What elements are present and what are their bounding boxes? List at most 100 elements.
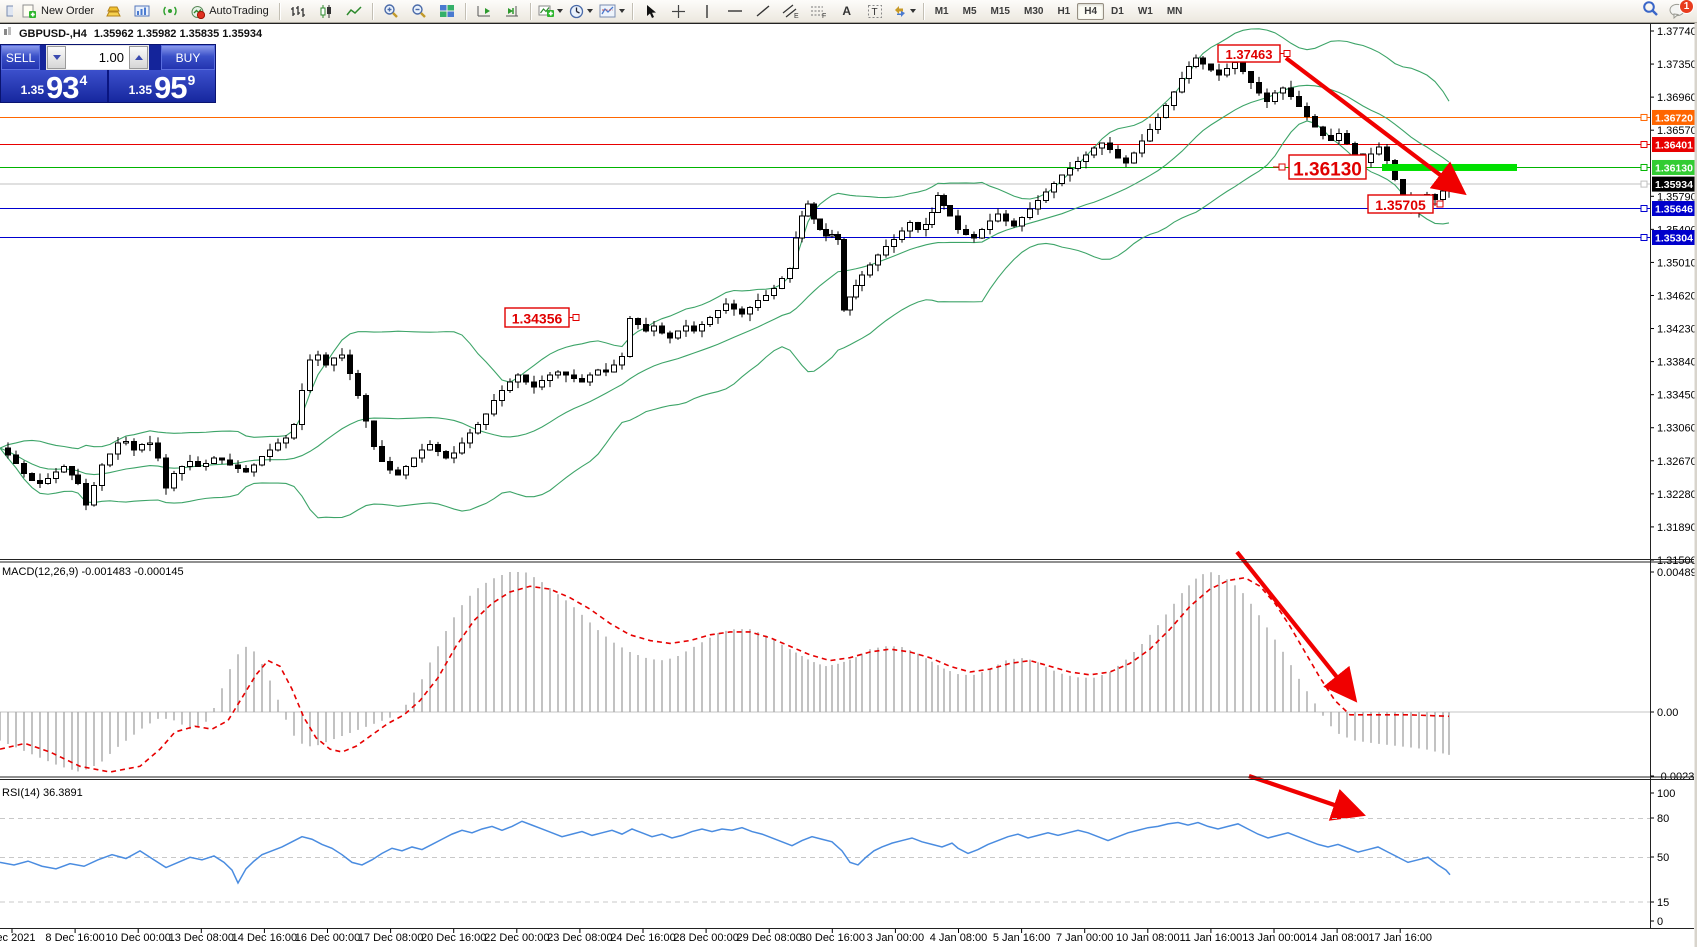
new-order-button[interactable]: New Order <box>16 2 100 21</box>
cursor-icon[interactable] <box>637 1 665 22</box>
svg-text:10 Jan 08:00: 10 Jan 08:00 <box>1116 932 1180 944</box>
crosshair-icon[interactable] <box>665 1 693 22</box>
template-icon[interactable] <box>596 1 628 22</box>
svg-text:1.37463: 1.37463 <box>1226 47 1273 62</box>
timeframe-h1[interactable]: H1 <box>1050 3 1077 20</box>
autotrading-button[interactable]: AutoTrading <box>184 2 275 21</box>
svg-text:0: 0 <box>1657 916 1663 928</box>
sell-price-prefix: 1.35 <box>21 83 44 97</box>
svg-text:4 Jan 08:00: 4 Jan 08:00 <box>930 932 988 944</box>
timeframe-m5[interactable]: M5 <box>956 3 984 20</box>
toolbar-separator <box>279 3 280 20</box>
sell-button[interactable]: SELL <box>1 45 40 70</box>
trendline-tool-icon[interactable] <box>749 1 777 22</box>
auto-scroll-icon[interactable] <box>498 1 526 22</box>
period-clock-icon[interactable] <box>566 1 596 22</box>
search-icon[interactable] <box>1642 0 1659 22</box>
toolbar: New Order AutoTrading <box>0 0 1697 23</box>
svg-text:100: 100 <box>1657 788 1675 800</box>
toolbar-right: 1 <box>1642 0 1695 22</box>
deposit-gold-icon[interactable] <box>100 1 128 22</box>
timeframe-group: M1M5M15M30H1H4D1W1MN <box>928 0 1190 22</box>
svg-text:1.36960: 1.36960 <box>1657 92 1697 104</box>
svg-text:16 Dec 00:00: 16 Dec 00:00 <box>295 932 360 944</box>
svg-text:1.35304: 1.35304 <box>1655 232 1693 244</box>
one-click-trading-panel: SELL BUY 1.35 93 4 1.35 95 9 <box>0 44 216 103</box>
vertical-line-tool-icon[interactable] <box>693 1 721 22</box>
toolbar-group-drawing: E F A T <box>637 0 919 22</box>
svg-text:14 Dec 16:00: 14 Dec 16:00 <box>232 932 297 944</box>
toolbar-group-arrange <box>470 0 526 22</box>
zoom-out-icon[interactable] <box>405 1 433 22</box>
chart-window-icon[interactable] <box>2 1 16 22</box>
timeframe-d1[interactable]: D1 <box>1104 3 1131 20</box>
svg-text:5 Jan 16:00: 5 Jan 16:00 <box>993 932 1051 944</box>
svg-text:1.35705: 1.35705 <box>1375 197 1426 213</box>
toolbar-group-objects <box>535 0 628 22</box>
svg-text:1.31890: 1.31890 <box>1657 522 1697 534</box>
fibonacci-tool-icon[interactable]: F <box>805 1 833 22</box>
sell-price[interactable]: 1.35 93 4 <box>1 70 107 102</box>
new-order-label: New Order <box>41 5 94 17</box>
bar-chart-icon[interactable] <box>284 1 312 22</box>
timeframe-m30[interactable]: M30 <box>1017 3 1050 20</box>
chart-title-bar: GBPUSD-,H4 1.35962 1.35982 1.35835 1.359… <box>4 27 262 40</box>
horizontal-line-tool-icon[interactable] <box>721 1 749 22</box>
zoom-in-icon[interactable] <box>377 1 405 22</box>
chart-canvas[interactable]: 1.374631.361301.357051.34356MACD(12,26,9… <box>0 0 1697 947</box>
autotrading-label: AutoTrading <box>209 5 269 17</box>
chart-shift-icon[interactable] <box>470 1 498 22</box>
svg-text:1.33450: 1.33450 <box>1657 390 1697 402</box>
toolbar-group-zoom <box>377 0 461 22</box>
svg-text:F: F <box>822 13 826 19</box>
timeframe-h4[interactable]: H4 <box>1077 3 1104 20</box>
svg-text:11 Jan 16:00: 11 Jan 16:00 <box>1180 932 1243 944</box>
symbol-icon <box>4 27 12 40</box>
svg-text:28 Dec 00:00: 28 Dec 00:00 <box>673 932 738 944</box>
add-indicator-icon[interactable] <box>535 1 566 22</box>
equidistant-channel-tool-icon[interactable]: E <box>777 1 805 22</box>
market-watch-icon[interactable] <box>128 1 156 22</box>
svg-text:1.37740: 1.37740 <box>1657 26 1697 38</box>
mt4-window: 1.374631.361301.357051.34356MACD(12,26,9… <box>0 0 1697 947</box>
svg-text:1.36401: 1.36401 <box>1655 140 1693 152</box>
buy-price[interactable]: 1.35 95 9 <box>109 70 215 102</box>
resistance-thick-bar[interactable] <box>1382 164 1517 171</box>
svg-text:1.32670: 1.32670 <box>1657 456 1697 468</box>
dropdown-caret <box>587 9 593 13</box>
volume-increase-button[interactable] <box>129 46 148 69</box>
svg-text:50: 50 <box>1657 852 1669 864</box>
timeframe-w1[interactable]: W1 <box>1131 3 1160 20</box>
label-tool-icon[interactable]: T <box>861 1 889 22</box>
trade-panel-controls: SELL BUY <box>1 45 215 70</box>
timeframe-mn[interactable]: MN <box>1160 3 1190 20</box>
timeframe-m15[interactable]: M15 <box>984 3 1017 20</box>
autotrading-icon <box>190 4 205 19</box>
svg-text:T: T <box>871 7 877 18</box>
svg-text:13 Jan 00:00: 13 Jan 00:00 <box>1242 932 1306 944</box>
text-tool-icon[interactable]: A <box>833 1 861 22</box>
signals-icon[interactable] <box>156 1 184 22</box>
tile-windows-icon[interactable] <box>433 1 461 22</box>
svg-text:1.34620: 1.34620 <box>1657 290 1697 302</box>
dropdown-caret <box>910 9 916 13</box>
timeframe-m1[interactable]: M1 <box>928 3 956 20</box>
triangle-down-icon <box>53 55 61 60</box>
svg-text:24 Dec 16:00: 24 Dec 16:00 <box>610 932 675 944</box>
arrows-tool-icon[interactable] <box>889 1 919 22</box>
svg-text:1.36130: 1.36130 <box>1655 162 1693 174</box>
line-chart-icon[interactable] <box>340 1 368 22</box>
sell-price-big: 93 <box>46 75 78 101</box>
svg-text:1.36130: 1.36130 <box>1293 160 1362 181</box>
notifications-button[interactable]: 1 <box>1669 3 1687 19</box>
svg-text:13 Dec 08:00: 13 Dec 08:00 <box>169 932 234 944</box>
volume-input[interactable] <box>66 46 129 69</box>
svg-text:30 Dec 16:00: 30 Dec 16:00 <box>800 932 865 944</box>
svg-text:0.00: 0.00 <box>1657 707 1678 719</box>
buy-button[interactable]: BUY <box>161 45 215 70</box>
dropdown-caret <box>557 9 563 13</box>
svg-text:1.35934: 1.35934 <box>1655 179 1693 191</box>
candlestick-chart-icon[interactable] <box>312 1 340 22</box>
svg-text:1.36570: 1.36570 <box>1657 125 1697 137</box>
volume-decrease-button[interactable] <box>47 46 66 69</box>
